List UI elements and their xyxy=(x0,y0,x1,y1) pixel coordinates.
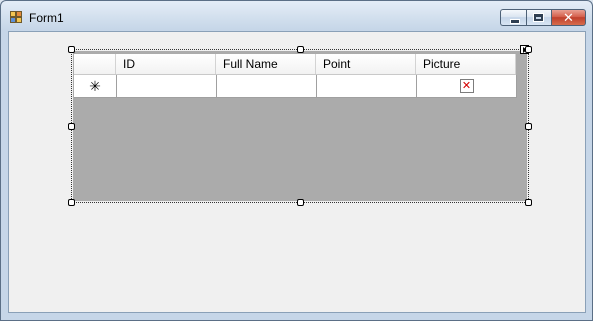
form1-window: Form1 ✕ ID Full Name Point Picture ✳ ✕ xyxy=(0,0,593,321)
grid-header-row: ID Full Name Point Picture xyxy=(74,54,516,75)
close-button[interactable]: ✕ xyxy=(551,9,586,26)
resize-handle-left[interactable] xyxy=(68,123,75,130)
maximize-icon xyxy=(533,13,544,22)
resize-handle-top-left[interactable] xyxy=(68,46,75,53)
new-row-full-name-cell[interactable] xyxy=(217,75,317,97)
column-header-point[interactable]: Point xyxy=(316,54,416,74)
column-header-picture[interactable]: Picture xyxy=(416,54,516,74)
form-client-area: ID Full Name Point Picture ✳ ✕ xyxy=(8,31,586,313)
new-row[interactable]: ✳ ✕ xyxy=(74,75,517,98)
window-title: Form1 xyxy=(29,11,64,25)
minimize-icon xyxy=(510,19,520,24)
column-header-full-name[interactable]: Full Name xyxy=(216,54,316,74)
datagridview[interactable]: ID Full Name Point Picture ✳ ✕ xyxy=(73,51,527,201)
resize-handle-bottom-right[interactable] xyxy=(525,199,532,206)
maximize-button[interactable] xyxy=(526,9,551,26)
new-row-picture-cell[interactable]: ✕ xyxy=(417,75,517,97)
new-row-id-cell[interactable] xyxy=(117,75,217,97)
minimize-button[interactable] xyxy=(500,9,526,26)
new-row-point-cell[interactable] xyxy=(317,75,417,97)
resize-handle-bottom-left[interactable] xyxy=(68,199,75,206)
resize-handle-bottom[interactable] xyxy=(297,199,304,206)
resize-handle-top[interactable] xyxy=(297,46,304,53)
form-app-icon xyxy=(10,11,22,23)
title-bar[interactable]: Form1 ✕ xyxy=(1,1,593,31)
datagrid-selection-frame[interactable]: ID Full Name Point Picture ✳ ✕ xyxy=(68,45,532,206)
asterisk-icon[interactable]: ✳ xyxy=(74,75,117,97)
caption-buttons: ✕ xyxy=(500,9,586,26)
top-left-header-cell[interactable] xyxy=(74,54,116,74)
resize-handle-right[interactable] xyxy=(525,123,532,130)
resize-handle-top-right[interactable] xyxy=(525,46,532,53)
column-header-id[interactable]: ID xyxy=(116,54,216,74)
close-icon: ✕ xyxy=(563,10,574,25)
broken-image-icon: ✕ xyxy=(459,79,474,93)
